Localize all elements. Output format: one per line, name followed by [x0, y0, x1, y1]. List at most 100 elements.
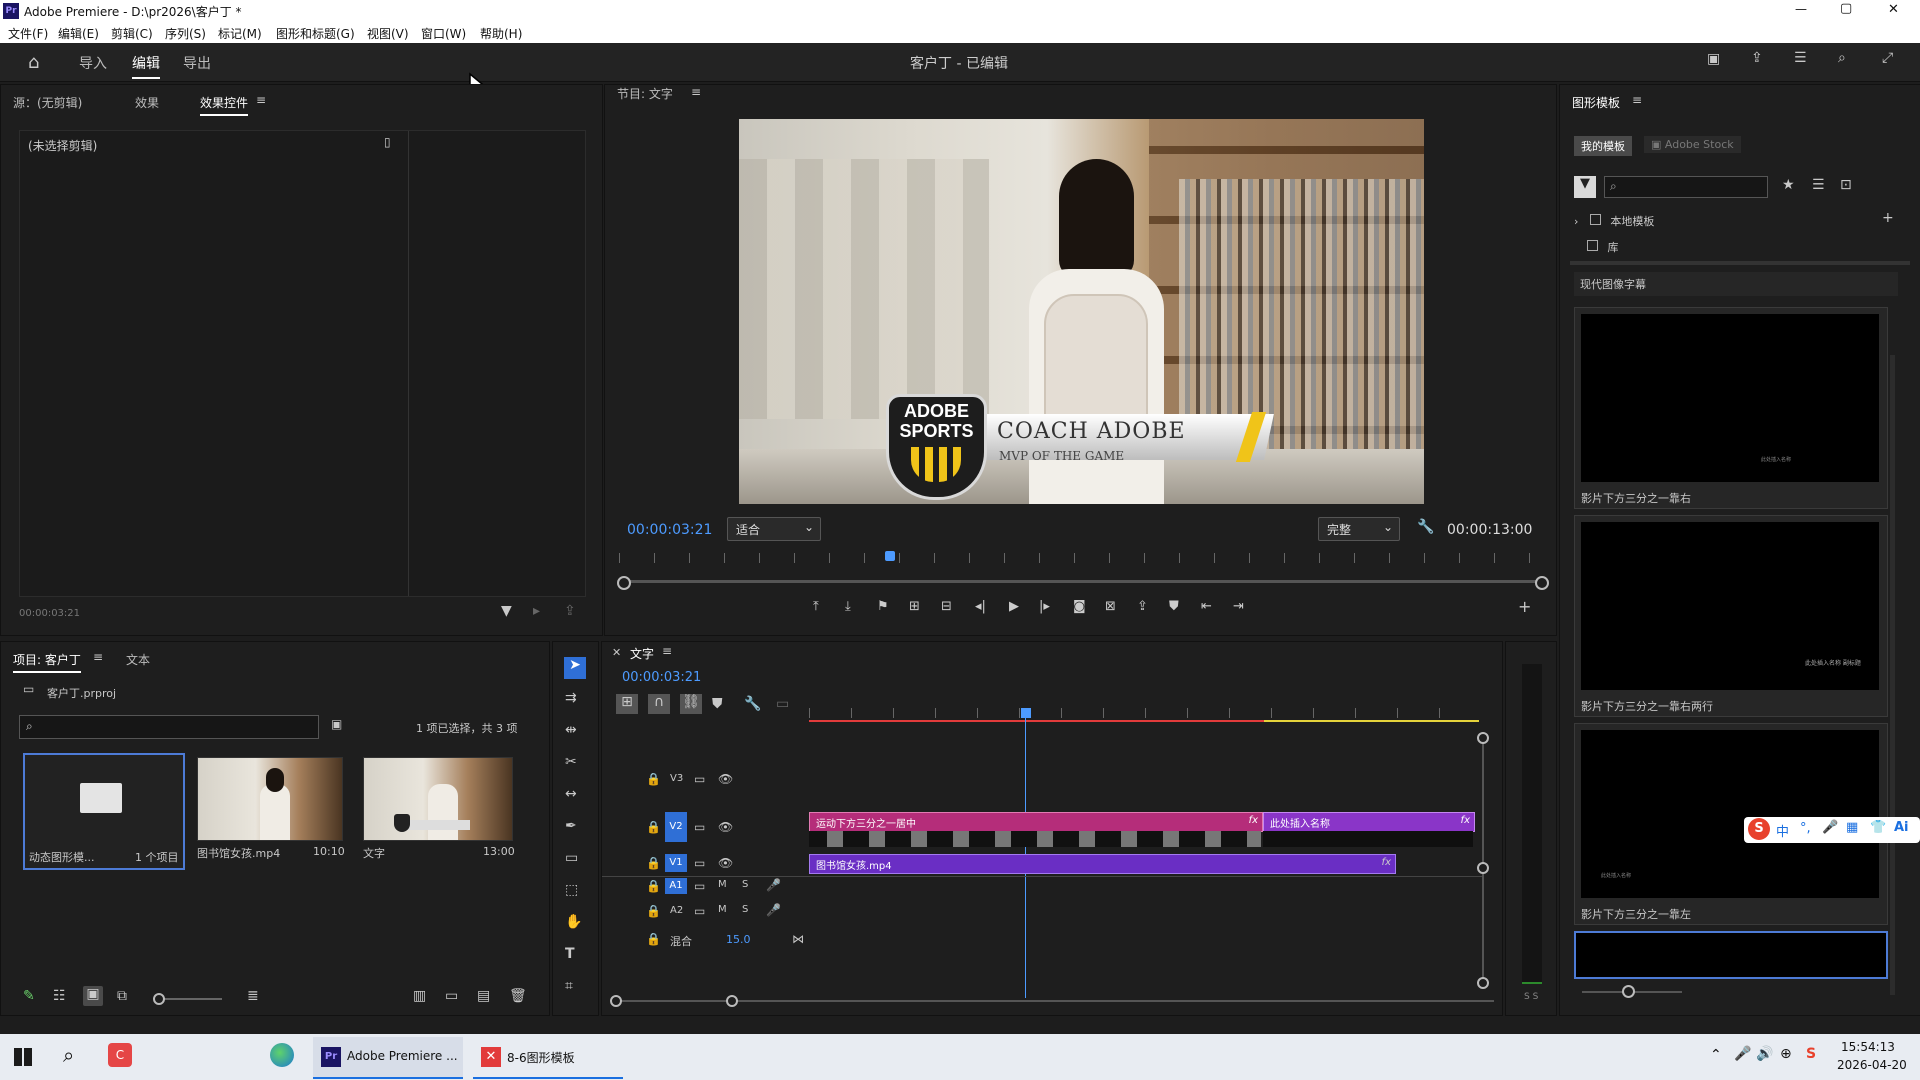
clip-video[interactable]: 图书馆女孩.mp4 fx — [809, 854, 1396, 874]
lock-icon[interactable]: 🔒 — [646, 879, 661, 893]
lift-icon[interactable]: ⤒ — [813, 599, 819, 614]
search-icon[interactable]: ⌕ — [1838, 50, 1846, 66]
thumb-size-slider[interactable] — [1582, 985, 1682, 998]
tab-adobe-stock[interactable]: ▣ Adobe Stock — [1644, 136, 1741, 153]
clip-lower-third[interactable]: 运动下方三分之一居中 fx — [809, 812, 1263, 832]
play-only-audio-icon[interactable]: ▸ — [533, 603, 540, 619]
eye-icon[interactable]: 👁 — [718, 856, 733, 870]
list-view-icon[interactable]: ☷ — [53, 988, 66, 1004]
step-back-icon[interactable]: ◂| — [975, 599, 986, 614]
tray-sogou-icon[interactable]: S — [1806, 1046, 1816, 1062]
menu-clip[interactable]: 剪辑(C) — [111, 25, 153, 42]
sync-icon[interactable]: ▭ — [694, 820, 705, 834]
playhead-marker[interactable] — [885, 551, 895, 561]
ime-ai-button[interactable]: Ai — [1894, 820, 1909, 835]
fullscreen-icon[interactable]: ⤢ — [1882, 50, 1893, 66]
new-folder-icon[interactable]: ▭ — [445, 988, 458, 1004]
timeline-playhead-marker[interactable] — [1021, 708, 1031, 718]
panel-menu-icon[interactable]: ≡ — [93, 650, 103, 664]
expand-icon[interactable]: ▯ — [384, 135, 391, 149]
ime-voice-icon[interactable]: 🎤 — [1822, 820, 1838, 835]
hscroll-handle-left[interactable] — [610, 995, 622, 1007]
menu-edit[interactable]: 编辑(E) — [58, 25, 99, 42]
icon-view-icon[interactable]: ▣ — [83, 986, 103, 1006]
timeline-timecode[interactable]: 00:00:03:21 — [622, 670, 701, 685]
taskbar-premiere[interactable]: Pr Adobe Premiere ... — [313, 1037, 463, 1079]
vscroll-handle-top[interactable] — [1477, 732, 1489, 744]
template-card[interactable]: 此处插入名称 副标题 影片下方三分之一靠右两行 — [1574, 515, 1888, 717]
home-icon[interactable]: ⌂ — [28, 52, 39, 73]
eye-icon[interactable]: 👁 — [718, 820, 733, 834]
type-tool-icon[interactable]: T — [565, 946, 575, 962]
minimize-button[interactable]: — — [1795, 2, 1807, 16]
zoom-select[interactable]: 适合 ⌄ — [727, 517, 821, 541]
clock-date[interactable]: 2026-04-20 — [1837, 1058, 1907, 1072]
tab-project[interactable]: 项目: 客户丁 — [13, 651, 81, 673]
clip-name-insert[interactable]: 此处插入名称 fx — [1263, 812, 1475, 832]
template-card-partial[interactable] — [1574, 931, 1888, 979]
insert-icon[interactable]: ⊞ — [909, 599, 920, 614]
play-icon[interactable]: ▶ — [1009, 599, 1019, 614]
track-label[interactable]: V2 — [665, 812, 687, 842]
hand-tool-icon[interactable]: ✋ — [565, 914, 582, 930]
workspaces-icon[interactable]: ☰ — [1794, 50, 1807, 66]
mute-button[interactable]: M — [718, 879, 727, 890]
scroll-handle-right[interactable] — [1535, 576, 1549, 590]
solo-button[interactable]: S — [742, 904, 748, 915]
start-icon[interactable] — [14, 1048, 32, 1066]
ime-skin-icon[interactable]: 👕 — [1870, 820, 1886, 835]
template-card[interactable]: 此处插入名称 影片下方三分之一靠右 — [1574, 307, 1888, 509]
sort-icon[interactable]: ≣ — [247, 988, 259, 1004]
maximize-button[interactable]: ▢ — [1840, 1, 1852, 16]
close-button[interactable]: ✕ — [1888, 2, 1899, 17]
freeform-view-icon[interactable]: ⧉ — [117, 988, 127, 1004]
go-to-in-icon[interactable]: ⇤ — [1201, 599, 1212, 614]
tab-text[interactable]: 文本 — [126, 651, 150, 668]
track-select-tool-icon[interactable]: ⇉ — [565, 690, 577, 706]
app-red-icon[interactable]: C — [108, 1043, 132, 1067]
marker-icon[interactable]: ⚑ — [877, 599, 889, 614]
close-icon[interactable]: ✕ — [612, 646, 621, 659]
sync-icon[interactable]: ▭ — [694, 879, 705, 893]
pencil-icon[interactable]: ✎ — [23, 988, 35, 1004]
vscroll-handle-mid[interactable] — [1477, 862, 1489, 874]
razor-tool-icon[interactable]: ✂ — [565, 754, 577, 770]
add-icon[interactable]: + — [1882, 210, 1894, 226]
microphone-icon[interactable]: 🎤 — [766, 878, 781, 892]
timeline-hscroll[interactable] — [614, 1000, 1494, 1002]
extract-icon[interactable]: ⤓ — [845, 599, 851, 614]
slip-tool-icon[interactable]: ↔ — [565, 786, 577, 802]
menu-help[interactable]: 帮助(H) — [480, 25, 522, 42]
panel-toggle-icon[interactable]: ▣ — [1707, 51, 1720, 67]
trash-icon[interactable]: 🗑 — [509, 988, 527, 1004]
panel-menu-icon[interactable]: ≡ — [691, 85, 701, 99]
solo-button[interactable]: S — [742, 879, 748, 890]
sogou-logo-icon[interactable]: S — [1748, 818, 1770, 840]
nest-icon[interactable]: ⊞ — [616, 694, 638, 714]
zoom-slider-handle[interactable] — [153, 993, 165, 1005]
hscroll-handle-right[interactable] — [726, 995, 738, 1007]
lock-icon[interactable]: 🔒 — [646, 904, 661, 918]
settings-wrench-icon[interactable]: 🔧 — [744, 696, 761, 712]
menu-file[interactable]: 文件(F) — [8, 25, 48, 42]
panel-menu-icon[interactable]: ≡ — [256, 93, 266, 107]
graphics-scrollbar[interactable] — [1890, 355, 1895, 995]
quality-select[interactable]: 完整 ⌄ — [1318, 517, 1400, 541]
menu-markers[interactable]: 标记(M) — [218, 25, 262, 42]
wrench-icon[interactable]: 🔧 — [1417, 519, 1434, 535]
sync-icon[interactable]: ▭ — [694, 856, 705, 870]
panel-menu-icon[interactable]: ≡ — [1632, 93, 1642, 107]
tab-export[interactable]: 导出 — [183, 53, 211, 73]
project-item-video[interactable]: 图书馆女孩.mp4 10:10 — [197, 757, 345, 867]
sequence-tab[interactable]: 文字 — [630, 645, 654, 662]
shield-icon[interactable]: ⛊ — [1169, 599, 1179, 614]
new-bin-icon[interactable]: ▣ — [331, 717, 342, 731]
ripple-edit-tool-icon[interactable]: ⇹ — [565, 722, 577, 738]
new-item-icon[interactable]: ▤ — [477, 988, 490, 1004]
automate-icon[interactable]: ▥ — [413, 988, 426, 1004]
tray-volume-icon[interactable]: 🔊 — [1756, 1046, 1773, 1062]
linked-selection-icon[interactable]: ⛓ — [680, 694, 702, 714]
ime-keyboard-icon[interactable]: ▦ — [1846, 820, 1858, 835]
transform-tool-icon[interactable]: ⬚ — [565, 882, 578, 898]
overwrite-icon[interactable]: ⊟ — [941, 599, 952, 614]
